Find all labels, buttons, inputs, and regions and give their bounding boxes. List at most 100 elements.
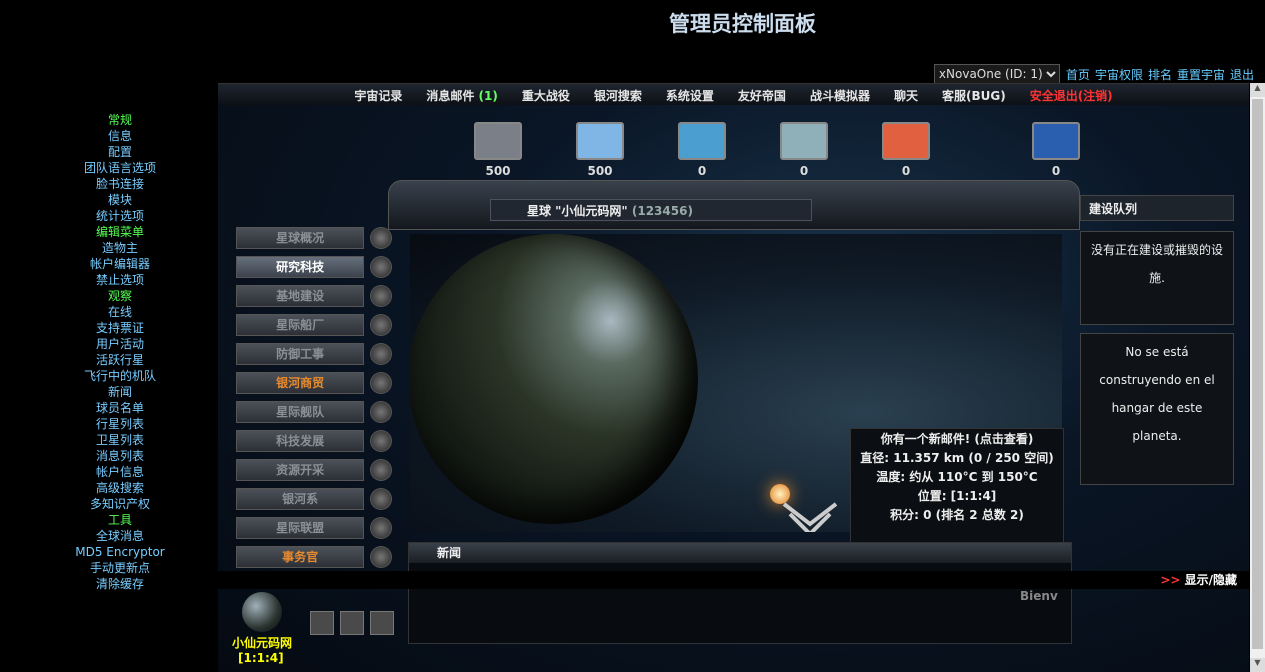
sidebar-item[interactable]: 在线 bbox=[0, 304, 240, 320]
sidebar-item[interactable]: 消息列表 bbox=[0, 448, 240, 464]
menu-button[interactable]: 星际舰队 bbox=[236, 401, 365, 423]
nav-universe-log[interactable]: 宇宙记录 bbox=[354, 87, 402, 104]
nav-battle-sim[interactable]: 战斗模拟器 bbox=[810, 87, 870, 104]
sidebar-item[interactable]: 帐户编辑器 bbox=[0, 256, 240, 272]
show-hide-toggle[interactable]: >> 显示/隐藏 bbox=[218, 571, 1249, 589]
menu-item[interactable]: 星球概况 bbox=[236, 227, 392, 249]
player-coords[interactable]: [1:1:4] bbox=[232, 651, 292, 666]
mini-avatar-2[interactable] bbox=[340, 611, 364, 635]
sidebar-item[interactable]: 常规 bbox=[0, 112, 240, 128]
sidebar-item[interactable]: MD5 Encryptor bbox=[0, 544, 240, 560]
menu-knob-icon bbox=[370, 546, 392, 568]
menu-item[interactable]: 星际联盟 bbox=[236, 517, 392, 539]
sidebar-item[interactable]: 新闻 bbox=[0, 384, 240, 400]
nav-settings[interactable]: 系统设置 bbox=[666, 87, 714, 104]
sidebar-item[interactable]: 造物主 bbox=[0, 240, 240, 256]
sidebar-item[interactable]: 统计选项 bbox=[0, 208, 240, 224]
menu-button[interactable]: 基地建设 bbox=[236, 285, 365, 307]
planet-diameter: 直径: 11.357 km (0 / 250 空间) bbox=[860, 451, 1054, 465]
planet-info-box: 你有一个新邮件! (点击查看) 直径: 11.357 km (0 / 250 空… bbox=[850, 428, 1064, 544]
sidebar-item[interactable]: 帐户信息 bbox=[0, 464, 240, 480]
player-name[interactable]: 小仙元码网 bbox=[232, 636, 292, 651]
nav-support[interactable]: 客服(BUG) bbox=[942, 87, 1006, 104]
nav-galaxy-search[interactable]: 银河搜索 bbox=[594, 87, 642, 104]
sidebar-item[interactable]: 清除缓存 bbox=[0, 576, 240, 592]
menu-item[interactable]: 银河系 bbox=[236, 488, 392, 510]
menu-item[interactable]: 研究科技 bbox=[236, 256, 392, 278]
sidebar-item[interactable]: 球员名单 bbox=[0, 400, 240, 416]
resource-value: 0 bbox=[697, 164, 707, 178]
menu-item[interactable]: 防御工事 bbox=[236, 343, 392, 365]
menu-item[interactable]: 星际舰队 bbox=[236, 401, 392, 423]
sidebar-item[interactable]: 手动更新点 bbox=[0, 560, 240, 576]
menu-knob-icon bbox=[370, 401, 392, 423]
resource-item[interactable]: 0 bbox=[779, 122, 829, 178]
news-panel: 新闻 bbox=[408, 542, 1072, 644]
universe-select[interactable]: xNovaOne (ID: 1) bbox=[933, 64, 1060, 84]
universe-permissions-link[interactable]: 宇宙权限 bbox=[1095, 66, 1143, 83]
resource-item[interactable]: 0 bbox=[677, 122, 727, 178]
sidebar-item[interactable]: 多知识产权 bbox=[0, 496, 240, 512]
scroll-thumb[interactable] bbox=[1252, 99, 1263, 649]
menu-button[interactable]: 星际船厂 bbox=[236, 314, 365, 336]
sidebar-item[interactable]: 信息 bbox=[0, 128, 240, 144]
scroll-up-icon[interactable]: ▲ bbox=[1250, 83, 1265, 97]
menu-button[interactable]: 银河商贸 bbox=[236, 372, 365, 394]
menu-item[interactable]: 银河商贸 bbox=[236, 372, 392, 394]
sidebar-item[interactable]: 观察 bbox=[0, 288, 240, 304]
reset-universe-link[interactable]: 重置宇宙 bbox=[1177, 66, 1225, 83]
scroll-down-icon[interactable]: ▼ bbox=[1250, 658, 1265, 672]
menu-item[interactable]: 星际船厂 bbox=[236, 314, 392, 336]
new-mail-notice[interactable]: 你有一个新邮件! (点击查看) bbox=[851, 430, 1063, 449]
menu-item[interactable]: 科技发展 bbox=[236, 430, 392, 452]
menu-button[interactable]: 防御工事 bbox=[236, 343, 365, 365]
mini-avatar-1[interactable] bbox=[310, 611, 334, 635]
nav-messages[interactable]: 消息邮件 (1) bbox=[426, 87, 498, 104]
menu-button[interactable]: 事务官 bbox=[236, 546, 365, 568]
resource-item[interactable]: 500 bbox=[473, 122, 523, 178]
sidebar-item[interactable]: 配置 bbox=[0, 144, 240, 160]
home-link[interactable]: 首页 bbox=[1066, 66, 1090, 83]
menu-item[interactable]: 基地建设 bbox=[236, 285, 392, 307]
sidebar-item[interactable]: 卫星列表 bbox=[0, 432, 240, 448]
sidebar-item[interactable]: 模块 bbox=[0, 192, 240, 208]
top-nav-bar: 宇宙记录 消息邮件 (1) 重大战役 银河搜索 系统设置 友好帝国 战斗模拟器 … bbox=[218, 83, 1249, 106]
sidebar-item[interactable]: 脸书连接 bbox=[0, 176, 240, 192]
planet-image[interactable] bbox=[410, 234, 698, 524]
ranking-link[interactable]: 排名 bbox=[1148, 66, 1172, 83]
menu-knob-icon bbox=[370, 459, 392, 481]
resource-item[interactable]: 500 bbox=[575, 122, 625, 178]
sidebar-item[interactable]: 活跃行星 bbox=[0, 352, 240, 368]
resource-item[interactable]: 0 bbox=[881, 122, 931, 178]
nav-battles[interactable]: 重大战役 bbox=[522, 87, 570, 104]
mini-avatar-3[interactable] bbox=[370, 611, 394, 635]
resource-value: 0 bbox=[901, 164, 911, 178]
menu-button[interactable]: 资源开采 bbox=[236, 459, 365, 481]
admin-sidebar: 常规 信息 配置 团队语言选项 脸书连接 模块 统计选项 编辑菜单 造物主 帐户编辑器 禁止选项 观察… bbox=[0, 112, 240, 592]
sidebar-item[interactable]: 编辑菜单 bbox=[0, 224, 240, 240]
sidebar-item[interactable]: 团队语言选项 bbox=[0, 160, 240, 176]
menu-button[interactable]: 科技发展 bbox=[236, 430, 365, 452]
sidebar-item[interactable]: 行星列表 bbox=[0, 416, 240, 432]
vertical-scrollbar[interactable]: ▲ ▼ bbox=[1250, 83, 1265, 672]
sidebar-item[interactable]: 高级搜索 bbox=[0, 480, 240, 496]
menu-item[interactable]: 事务官 bbox=[236, 546, 392, 568]
exit-link[interactable]: 退出 bbox=[1230, 66, 1254, 83]
resource-item[interactable]: 0 bbox=[1031, 122, 1081, 178]
nav-logout[interactable]: 安全退出(注销) bbox=[1030, 87, 1113, 104]
nav-buddies[interactable]: 友好帝国 bbox=[738, 87, 786, 104]
sidebar-item[interactable]: 禁止选项 bbox=[0, 272, 240, 288]
planet-avatar[interactable] bbox=[242, 592, 282, 632]
menu-button[interactable]: 星际联盟 bbox=[236, 517, 365, 539]
menu-button[interactable]: 研究科技 bbox=[236, 256, 365, 278]
sidebar-item[interactable]: 飞行中的机队 bbox=[0, 368, 240, 384]
sidebar-item[interactable]: 支持票证 bbox=[0, 320, 240, 336]
menu-button[interactable]: 星球概况 bbox=[236, 227, 365, 249]
menu-item[interactable]: 资源开采 bbox=[236, 459, 392, 481]
sidebar-item[interactable]: 用户活动 bbox=[0, 336, 240, 352]
sidebar-item[interactable]: 全球消息 bbox=[0, 528, 240, 544]
sidebar-item[interactable]: 工具 bbox=[0, 512, 240, 528]
nav-chat[interactable]: 聊天 bbox=[894, 87, 918, 104]
menu-button[interactable]: 银河系 bbox=[236, 488, 365, 510]
planet-name-field[interactable]: 星球 "小仙元码网" (123456) bbox=[490, 199, 812, 221]
